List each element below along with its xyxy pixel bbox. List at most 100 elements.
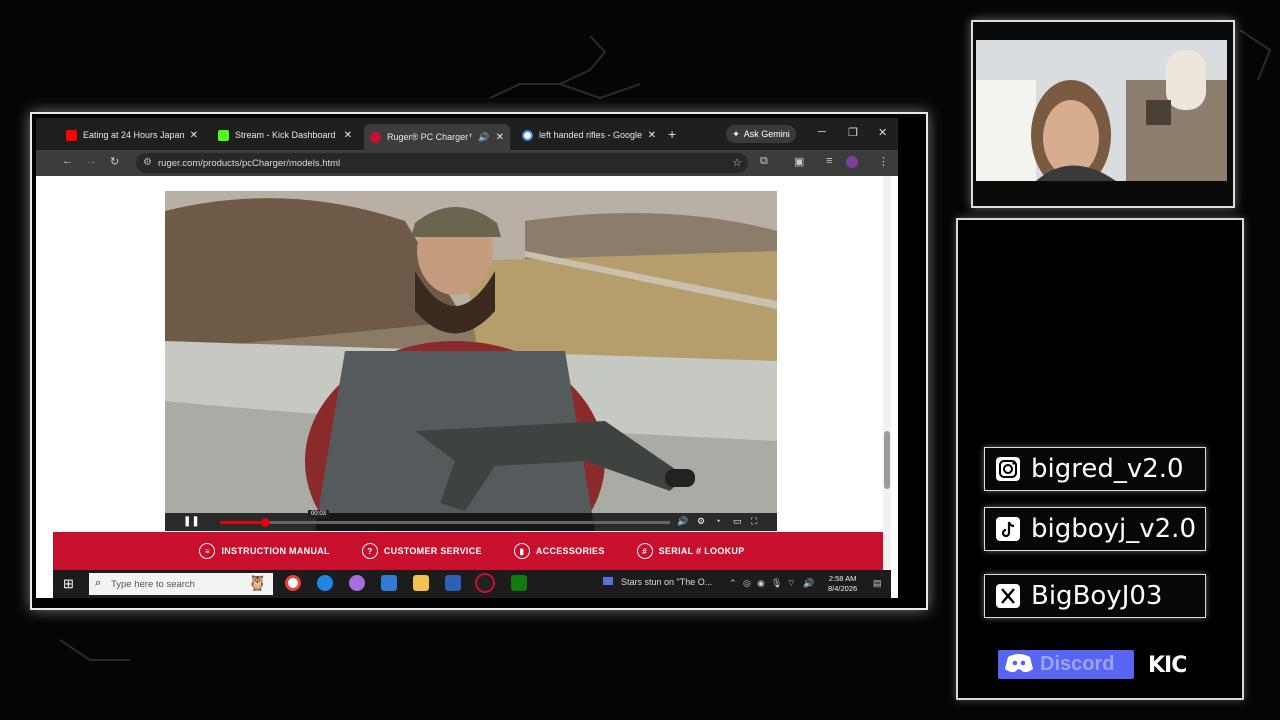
x-handle: BigBoyJ03 (1031, 581, 1163, 611)
xbox-icon[interactable] (511, 575, 527, 591)
tray-overflow-icon[interactable]: ⌃ (729, 578, 737, 589)
question-icon: ? (361, 543, 378, 559)
webcam-image (976, 40, 1227, 181)
file-explorer-icon[interactable] (413, 575, 429, 591)
taskbar-search[interactable]: ⌕ Type here to search 🦉 (89, 573, 273, 595)
notification-icon[interactable]: ▤ (873, 578, 882, 589)
url-field[interactable]: ⚙ ruger.com/products/pcCharger/models.ht… (136, 153, 748, 173)
clock-date: 8/4/2026 (828, 584, 858, 593)
tab-title: Eating at 24 Hours Japanese V (83, 130, 184, 140)
video-controls: ❚❚ 00:03 🔊 ⚙ ◔ ▭ ⛶ (165, 510, 777, 531)
edge-icon[interactable] (317, 575, 333, 591)
news-text: Stars stun on "The O... (621, 577, 713, 587)
store-icon[interactable] (445, 575, 461, 591)
progress-fill (220, 521, 265, 524)
volume-icon[interactable]: 🔊 (677, 516, 688, 527)
tab-title: Ruger® PC Charger™ Cen (387, 132, 472, 142)
video-progress-bar[interactable]: 00:03 (220, 510, 670, 527)
ask-gemini-button[interactable]: ✦ Ask Gemini (726, 125, 796, 143)
tray-app-icon[interactable]: ◉ (757, 578, 765, 589)
search-placeholder: Type here to search (111, 578, 195, 590)
instruction-manual-link[interactable]: ≡ INSTRUCTION MANUAL (199, 543, 330, 559)
copilot-icon[interactable] (349, 575, 365, 591)
instagram-icon (995, 456, 1021, 482)
tiktok-badge[interactable]: bigboyj_v2.0 (984, 507, 1206, 551)
pause-icon[interactable]: ❚❚ (183, 516, 200, 527)
tiktok-icon (995, 516, 1021, 542)
progress-handle[interactable] (261, 518, 270, 527)
product-video[interactable] (165, 191, 777, 531)
media-icon[interactable]: ≡ (826, 155, 832, 167)
tab-search-icon[interactable]: ▣ (794, 155, 804, 168)
windows-start-icon[interactable]: ⊞ (63, 576, 79, 592)
news-widget[interactable]: Stars stun on "The O... (603, 577, 712, 587)
kick-logo[interactable]: KIC (1148, 653, 1187, 678)
tray-app-icon[interactable]: ◎ (743, 578, 751, 589)
scrollbar-thumb[interactable] (884, 431, 890, 489)
ruger-icon (370, 131, 381, 143)
pip-icon[interactable]: ▭ (733, 516, 742, 527)
hash-icon: # (636, 543, 653, 559)
link-label: SERIAL # LOOKUP (658, 546, 745, 556)
outlook-icon[interactable] (381, 575, 397, 591)
tab-title: Stream - Kick Dashboard (235, 130, 336, 140)
obs-icon[interactable] (477, 575, 493, 591)
taskbar-clock[interactable]: 2:58 AM 8/4/2026 (828, 574, 857, 594)
customer-service-link[interactable]: ? CUSTOMER SERVICE (361, 543, 482, 559)
accessory-icon: ▮ (513, 543, 530, 559)
chrome-icon[interactable] (285, 575, 301, 591)
discord-label: Discord (1040, 653, 1115, 675)
news-icon (603, 577, 613, 585)
forward-icon[interactable]: → (86, 155, 97, 167)
timecode-tooltip: 00:03 (308, 510, 330, 518)
tab-title: left handed rifles - Google Se (539, 130, 642, 140)
extensions-icon[interactable]: ⧉ (760, 155, 768, 168)
kick-icon (218, 129, 229, 141)
reload-icon[interactable]: ↻ (110, 155, 119, 168)
close-icon[interactable]: ✕ (190, 130, 198, 141)
volume-icon[interactable]: 🔊 (803, 578, 814, 589)
page-scrollbar[interactable] (883, 176, 891, 573)
desktop-screen: Eating at 24 Hours Japanese V ✕ Stream -… (36, 118, 898, 598)
windows-taskbar: ⊞ ⌕ Type here to search 🦉 Stars stun on … (53, 570, 891, 598)
network-icon[interactable]: ⌔ (787, 578, 795, 589)
instagram-handle: bigred_v2.0 (1031, 454, 1184, 484)
discord-badge[interactable]: Discord (998, 650, 1134, 679)
tiktok-handle: bigboyj_v2.0 (1031, 514, 1196, 544)
instagram-badge[interactable]: bigred_v2.0 (984, 447, 1206, 491)
close-icon[interactable]: ✕ (344, 130, 352, 141)
serial-lookup-link[interactable]: # SERIAL # LOOKUP (636, 543, 745, 559)
youtube-icon (66, 129, 77, 141)
sparkle-icon: ✦ (732, 128, 740, 139)
search-icon: ⌕ (95, 577, 102, 589)
close-icon[interactable]: ✕ (496, 132, 504, 143)
speaker-icon[interactable]: 🔊 (478, 132, 489, 143)
bookmark-star-icon[interactable]: ☆ (732, 156, 742, 169)
menu-kebab-icon[interactable]: ⋮ (878, 155, 889, 168)
microphone-icon[interactable]: 🎙 (771, 578, 782, 589)
speed-icon[interactable]: ◔ (715, 516, 720, 526)
minimize-icon[interactable]: ─ (818, 126, 826, 138)
fullscreen-icon[interactable]: ⛶ (751, 516, 757, 527)
video-frame-image (165, 191, 777, 531)
back-icon[interactable]: ← (62, 155, 73, 167)
manual-icon: ≡ (199, 543, 216, 559)
x-badge[interactable]: BigBoyJ03 (984, 574, 1206, 618)
address-bar-row: ← → ↻ ⚙ ruger.com/products/pcCharger/mod… (36, 150, 898, 176)
tab-ruger[interactable]: Ruger® PC Charger™ Cen 🔊 ✕ (364, 124, 510, 150)
tab-youtube[interactable]: Eating at 24 Hours Japanese V ✕ (60, 124, 204, 146)
profile-avatar[interactable] (846, 156, 858, 168)
settings-icon[interactable]: ⚙ (697, 516, 705, 527)
tab-google-search[interactable]: left handed rifles - Google Se ✕ (516, 124, 662, 146)
new-tab-icon[interactable]: + (668, 126, 676, 142)
gemini-label: Ask Gemini (743, 129, 790, 139)
site-info-icon[interactable]: ⚙ (143, 157, 152, 168)
link-label: ACCESSORIES (535, 546, 605, 556)
accessories-link[interactable]: ▮ ACCESSORIES (513, 543, 605, 559)
tab-kick-dashboard[interactable]: Stream - Kick Dashboard ✕ (212, 124, 358, 146)
owl-doodle-icon[interactable]: 🦉 (248, 574, 267, 592)
close-icon[interactable]: ✕ (648, 130, 656, 141)
restore-icon[interactable]: ❐ (848, 126, 858, 139)
discord-icon (1004, 651, 1034, 679)
window-close-icon[interactable]: ✕ (878, 126, 887, 139)
